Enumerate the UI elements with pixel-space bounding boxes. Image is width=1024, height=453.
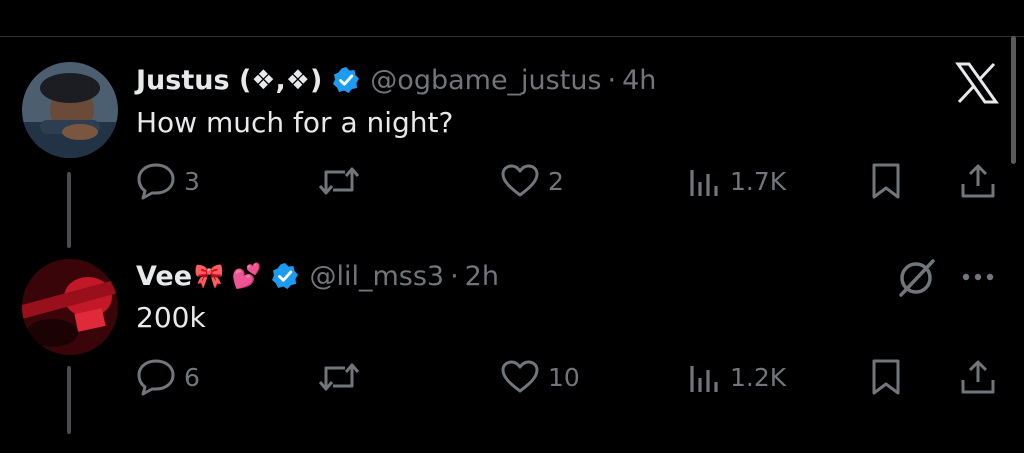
share-button[interactable] xyxy=(958,162,998,200)
like-button[interactable]: 2 xyxy=(500,164,564,198)
x-logo-icon[interactable] xyxy=(955,62,999,104)
reply-icon xyxy=(137,359,175,396)
share-icon xyxy=(961,360,995,394)
thread-line xyxy=(67,366,71,434)
tweet-header: Vee 🎀 💕 @lil_mss3 · 2h xyxy=(136,256,499,296)
bookmark-icon xyxy=(872,163,900,199)
views-icon xyxy=(690,366,718,392)
heart-icon xyxy=(501,164,539,197)
views-button[interactable]: 1.2K xyxy=(688,360,786,394)
handle[interactable]: @ogbame_justus xyxy=(370,65,601,96)
retweet-icon xyxy=(318,167,360,195)
views-icon xyxy=(690,170,718,196)
reply-button[interactable]: 3 xyxy=(136,162,200,200)
like-button[interactable]: 10 xyxy=(500,360,580,394)
display-name[interactable]: Justus (❖,❖) xyxy=(136,65,322,96)
bookmark-button[interactable] xyxy=(869,358,903,396)
like-count: 2 xyxy=(548,166,564,196)
timestamp[interactable]: 2h xyxy=(465,261,499,292)
retweet-button[interactable] xyxy=(317,360,369,394)
reply-button[interactable]: 6 xyxy=(136,358,200,396)
like-count: 10 xyxy=(548,362,580,392)
avatar[interactable] xyxy=(22,62,118,158)
bookmark-button[interactable] xyxy=(869,162,903,200)
separator: · xyxy=(450,260,459,292)
reply-icon xyxy=(137,163,175,200)
heart-icon xyxy=(501,360,539,393)
retweet-button[interactable] xyxy=(317,164,369,198)
tweet-header: Justus (❖,❖) @ogbame_justus · 4h xyxy=(136,60,656,100)
bookmark-icon xyxy=(872,359,900,395)
verified-badge-icon xyxy=(333,67,360,93)
more-icon[interactable] xyxy=(960,271,996,283)
view-count: 1.2K xyxy=(730,362,787,392)
tweet-text: 200k xyxy=(136,301,206,334)
thread-line xyxy=(67,172,71,248)
verified-badge-icon xyxy=(272,263,299,289)
share-icon xyxy=(961,164,995,198)
display-name[interactable]: Vee xyxy=(136,261,192,292)
reply-count: 6 xyxy=(184,362,200,392)
top-divider xyxy=(0,36,1024,37)
reply-count: 3 xyxy=(184,166,200,196)
handle[interactable]: @lil_mss3 xyxy=(309,261,444,292)
scrollbar[interactable] xyxy=(1011,36,1016,164)
avatar[interactable] xyxy=(22,259,118,355)
retweet-icon xyxy=(318,363,360,391)
views-button[interactable]: 1.7K xyxy=(688,164,786,198)
tweet-text: How much for a night? xyxy=(136,106,454,139)
share-button[interactable] xyxy=(958,358,998,396)
separator: · xyxy=(607,64,617,96)
grok-icon[interactable] xyxy=(895,255,939,299)
timestamp[interactable]: 4h xyxy=(622,65,656,96)
name-emoji: 🎀 💕 xyxy=(194,262,262,290)
view-count: 1.7K xyxy=(730,166,787,196)
